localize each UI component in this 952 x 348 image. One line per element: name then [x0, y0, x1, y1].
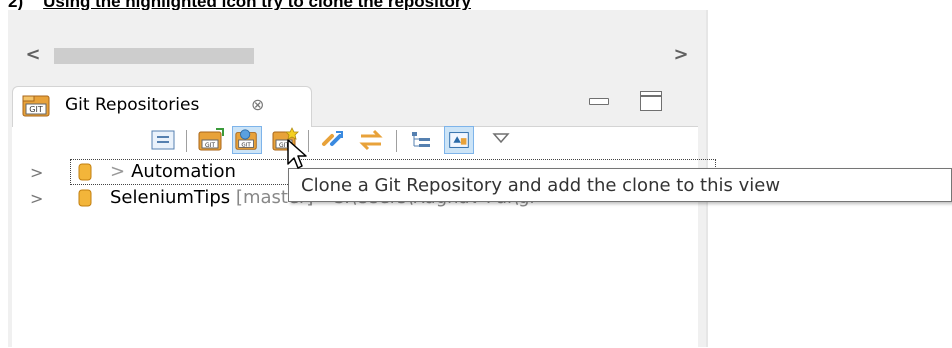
expand-arrow-icon[interactable]: > — [30, 189, 44, 208]
scroll-right-arrow[interactable]: > — [670, 45, 692, 65]
tab-git-repositories[interactable]: GIT Git Repositories ⊗ — [12, 86, 312, 127]
view-controls — [584, 90, 674, 116]
link-with-selection-icon[interactable] — [318, 126, 348, 154]
scrollbar-thumb[interactable] — [54, 48, 254, 64]
scroll-left-arrow[interactable]: < — [22, 45, 44, 65]
expand-arrow-icon[interactable]: > — [30, 163, 44, 182]
toolbar-separator — [396, 130, 397, 152]
tab-title: Git Repositories — [65, 95, 200, 115]
repository-label: > Automation — [110, 161, 236, 182]
svg-text:GIT: GIT — [205, 142, 215, 149]
svg-text:GIT: GIT — [29, 105, 43, 114]
close-icon[interactable]: ⊗ — [251, 96, 269, 114]
hierarchical-layout-icon[interactable] — [406, 126, 436, 154]
repository-icon — [78, 163, 92, 181]
mouse-cursor-icon — [287, 139, 307, 169]
maximize-icon[interactable] — [640, 91, 662, 111]
svg-text:GIT: GIT — [241, 143, 251, 149]
git-repositories-icon: GIT — [22, 95, 50, 117]
view-toolbar: GIT GIT GIT — [148, 124, 688, 156]
add-existing-repo-icon[interactable]: GIT — [196, 126, 226, 154]
collapse-all-icon[interactable] — [148, 126, 178, 154]
minimize-icon[interactable] — [588, 92, 609, 108]
horizontal-scrollbar[interactable]: < > — [8, 42, 698, 68]
repository-icon — [78, 189, 92, 207]
toolbar-separator — [186, 130, 187, 152]
clone-repo-icon[interactable]: GIT — [232, 126, 262, 154]
link-with-editor-icon[interactable] — [356, 126, 386, 154]
clone-repo-tooltip: Clone a Git Repository and add the clone… — [288, 168, 952, 202]
show-in-view-icon[interactable] — [444, 126, 474, 154]
view-menu-icon[interactable] — [486, 126, 516, 154]
